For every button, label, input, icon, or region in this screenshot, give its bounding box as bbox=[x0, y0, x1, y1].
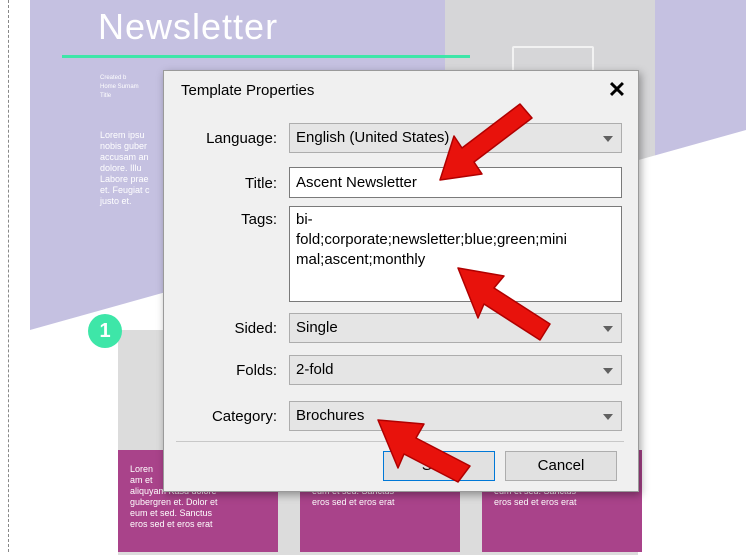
annotation-arrow bbox=[457, 267, 551, 341]
annotation-arrow bbox=[439, 103, 533, 181]
annotation-arrows bbox=[377, 103, 551, 483]
annotation-arrow bbox=[377, 419, 471, 483]
